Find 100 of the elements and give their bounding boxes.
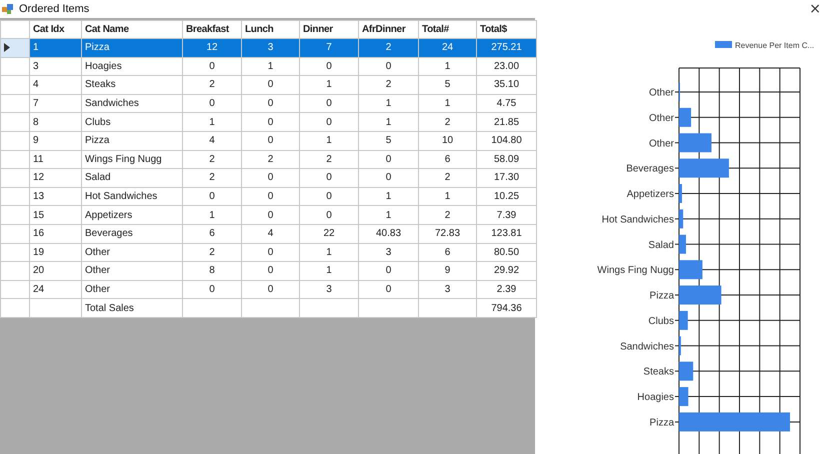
category-label: Clubs xyxy=(648,316,674,327)
table-cell: 58.09 xyxy=(476,150,536,169)
table-cell: 2 xyxy=(418,206,476,224)
row-header[interactable] xyxy=(0,38,30,58)
table-cell: Other xyxy=(82,262,182,280)
table-cell: 0 xyxy=(242,187,300,206)
table-cell: 3 xyxy=(418,280,476,299)
table-cell: 5 xyxy=(358,131,418,150)
table-cell: 0 xyxy=(358,57,418,76)
table-cell: 104.80 xyxy=(476,131,536,150)
table-cell: 3 xyxy=(242,38,300,58)
table-cell: 1 xyxy=(300,131,358,150)
table-cell: 1 xyxy=(358,112,418,132)
table-cell: 275.21 xyxy=(476,38,536,58)
table-cell: 0 xyxy=(242,131,300,150)
table-cell: 24 xyxy=(418,38,476,58)
table-cell: 794.36 xyxy=(476,298,536,318)
table-cell: 4 xyxy=(182,131,242,150)
table-cell: 21.85 xyxy=(476,112,536,132)
table-cell: 1 xyxy=(358,206,418,224)
table-cell: 1 xyxy=(300,262,358,280)
app-icon xyxy=(2,4,13,14)
table-cell: 0 xyxy=(358,262,418,280)
table-cell: 2 xyxy=(358,38,418,58)
legend-swatch xyxy=(715,41,732,48)
column-header[interactable]: Cat Name xyxy=(82,20,182,38)
table-cell: 2 xyxy=(182,168,242,188)
table-cell: 3 xyxy=(30,57,82,76)
table-cell: 4 xyxy=(242,224,300,244)
category-label: Appetizers xyxy=(626,189,674,200)
category-label: Salad xyxy=(648,240,674,251)
table-cell: 0 xyxy=(300,187,358,206)
table-cell: Other xyxy=(82,280,182,299)
table-cell: 16 xyxy=(30,224,82,244)
table-cell: 72.83 xyxy=(418,224,476,244)
table-cell: 2 xyxy=(182,150,242,169)
category-label: Other xyxy=(648,138,674,150)
table-cell: Steaks xyxy=(82,76,182,94)
table-cell: 1 xyxy=(300,76,358,94)
table-cell: Wings Fing Nugg xyxy=(82,150,182,169)
table-cell: 4.75 xyxy=(476,94,536,113)
table-cell: Pizza xyxy=(82,38,182,58)
table-cell: 8 xyxy=(30,112,82,132)
table-cell: 0 xyxy=(242,94,300,113)
table-cell: 2 xyxy=(182,76,242,94)
category-label: Sandwiches xyxy=(620,341,674,352)
table-cell: 12 xyxy=(182,38,242,58)
table-cell: 7 xyxy=(300,38,358,58)
table-cell: 6 xyxy=(418,243,476,262)
table-cell: Other xyxy=(82,243,182,262)
category-label: Pizza xyxy=(650,290,674,302)
table-cell: 10.25 xyxy=(476,187,536,206)
table-cell: 8 xyxy=(182,262,242,280)
table-cell: 3 xyxy=(358,243,418,262)
table-cell: 11 xyxy=(30,150,82,169)
table-cell: 4 xyxy=(30,76,82,94)
table-cell: 2.39 xyxy=(476,280,536,299)
table-cell: Salad xyxy=(82,168,182,188)
category-label: Wings Fing Nugg xyxy=(597,265,674,276)
table-cell: 19 xyxy=(30,243,82,262)
bar xyxy=(679,184,682,204)
table-cell: 1 xyxy=(418,94,476,113)
table-cell: Hot Sandwiches xyxy=(82,187,182,206)
table-cell: 2 xyxy=(242,150,300,169)
category-label: Hot Sandwiches xyxy=(602,214,674,226)
table-cell: 1 xyxy=(358,187,418,206)
table-cell: 80.50 xyxy=(476,243,536,262)
table-cell: 6 xyxy=(418,150,476,169)
table-cell: 1 xyxy=(300,243,358,262)
table-cell: 1 xyxy=(358,94,418,113)
table-cell: 1 xyxy=(182,112,242,132)
table-cell: 0 xyxy=(358,280,418,299)
category-label: Beverages xyxy=(626,164,674,175)
table-cell: 0 xyxy=(358,150,418,169)
table-cell: 1 xyxy=(418,187,476,206)
table-cell: 5 xyxy=(418,76,476,94)
table-cell: 0 xyxy=(182,57,242,76)
table-cell: Beverages xyxy=(82,224,182,244)
row-pointer-icon xyxy=(4,43,10,52)
table-cell: 0 xyxy=(242,280,300,299)
table-cell: 15 xyxy=(30,206,82,224)
bar xyxy=(679,234,686,254)
table-cell: 35.10 xyxy=(476,76,536,94)
bar xyxy=(679,158,729,178)
table-cell: Appetizers xyxy=(82,206,182,224)
table-cell: 20 xyxy=(30,262,82,280)
table-cell: 29.92 xyxy=(476,262,536,280)
table-cell: 0 xyxy=(242,262,300,280)
table-cell: 12 xyxy=(30,168,82,188)
table-cell: 7.39 xyxy=(476,206,536,224)
table-cell: 123.81 xyxy=(476,224,536,244)
category-label: Pizza xyxy=(650,417,674,428)
table-cell: 0 xyxy=(182,94,242,113)
bar xyxy=(679,387,688,406)
table-cell: 1 xyxy=(242,57,300,76)
table-cell: Pizza xyxy=(82,131,182,150)
table-cell: 10 xyxy=(418,131,476,150)
close-button[interactable]: × xyxy=(803,2,827,16)
window-title: Ordered Items xyxy=(19,3,90,15)
table-cell: 7 xyxy=(30,94,82,113)
